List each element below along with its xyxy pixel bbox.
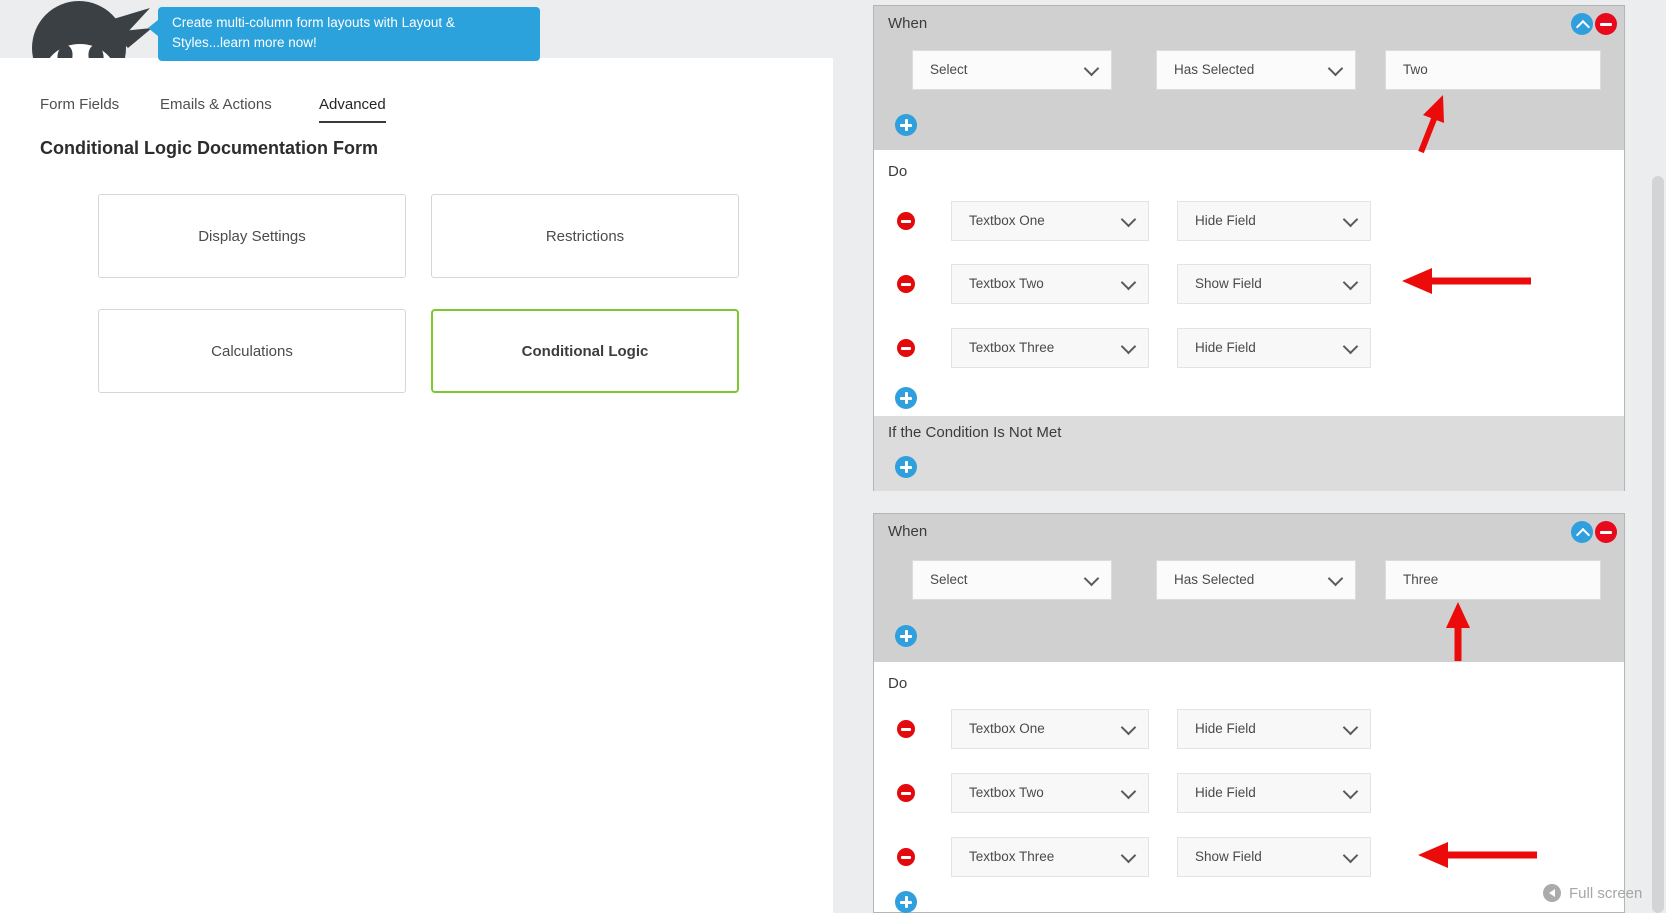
full-screen-icon bbox=[1543, 884, 1561, 902]
not-met-label: If the Condition Is Not Met bbox=[888, 424, 1061, 441]
form-builder-panel: Form Fields Emails & Actions Advanced Co… bbox=[0, 58, 833, 913]
remove-panel-button[interactable] bbox=[1595, 13, 1617, 35]
selected-value: Hide Field bbox=[1195, 340, 1256, 355]
selected-value: Show Field bbox=[1195, 849, 1262, 864]
page-title: Conditional Logic Documentation Form bbox=[40, 138, 378, 159]
add-condition-button[interactable] bbox=[895, 114, 917, 136]
selected-value: Hide Field bbox=[1195, 213, 1256, 228]
remove-action-button[interactable] bbox=[897, 784, 915, 802]
tooltip-text-line1: Create multi-column form layouts with La… bbox=[172, 13, 526, 33]
chevron-down-icon bbox=[1084, 571, 1100, 587]
selected-value: Textbox Three bbox=[969, 849, 1054, 864]
remove-action-button[interactable] bbox=[897, 212, 915, 230]
tab-emails-actions[interactable]: Emails & Actions bbox=[160, 96, 272, 113]
do-label: Do bbox=[888, 163, 907, 180]
tab-form-fields[interactable]: Form Fields bbox=[40, 96, 119, 113]
tooltip-arrow-icon bbox=[148, 20, 158, 36]
action-field-select[interactable]: Textbox Two bbox=[951, 773, 1149, 813]
card-label: Restrictions bbox=[546, 228, 624, 245]
remove-action-button[interactable] bbox=[897, 720, 915, 738]
chevron-down-icon bbox=[1343, 212, 1359, 228]
chevron-down-icon bbox=[1343, 339, 1359, 355]
selected-value: Select bbox=[930, 572, 968, 587]
card-conditional-logic[interactable]: Conditional Logic bbox=[431, 309, 739, 393]
selected-value: Has Selected bbox=[1174, 62, 1254, 77]
selected-value: Textbox One bbox=[969, 721, 1045, 736]
chevron-down-icon bbox=[1121, 784, 1137, 800]
remove-action-button[interactable] bbox=[897, 848, 915, 866]
ninja-forms-builder: Create multi-column form layouts with La… bbox=[0, 0, 1666, 913]
selected-value: Textbox Three bbox=[969, 340, 1054, 355]
add-condition-button[interactable] bbox=[895, 625, 917, 647]
selected-value: Has Selected bbox=[1174, 572, 1254, 587]
action-type-select[interactable]: Hide Field bbox=[1177, 773, 1371, 813]
selected-value: Textbox Two bbox=[969, 785, 1044, 800]
when-label: When bbox=[888, 15, 927, 32]
card-label: Display Settings bbox=[198, 228, 306, 245]
selected-value: Hide Field bbox=[1195, 721, 1256, 736]
condition-operator-select[interactable]: Has Selected bbox=[1156, 560, 1356, 600]
condition-field-select[interactable]: Select bbox=[912, 50, 1112, 90]
card-label: Calculations bbox=[211, 343, 293, 360]
condition-operator-select[interactable]: Has Selected bbox=[1156, 50, 1356, 90]
full-screen-label: Full screen bbox=[1569, 885, 1642, 902]
selected-value: Three bbox=[1403, 572, 1438, 587]
condition-field-select[interactable]: Select bbox=[912, 560, 1112, 600]
action-type-select[interactable]: Hide Field bbox=[1177, 201, 1371, 241]
chevron-down-icon bbox=[1343, 275, 1359, 291]
action-field-select[interactable]: Textbox Three bbox=[951, 837, 1149, 877]
do-label: Do bbox=[888, 675, 907, 692]
remove-action-button[interactable] bbox=[897, 339, 915, 357]
remove-action-button[interactable] bbox=[897, 275, 915, 293]
action-type-select[interactable]: Show Field bbox=[1177, 264, 1371, 304]
add-action-button[interactable] bbox=[895, 387, 917, 409]
action-field-select[interactable]: Textbox Two bbox=[951, 264, 1149, 304]
chevron-down-icon bbox=[1343, 848, 1359, 864]
promo-tooltip[interactable]: Create multi-column form layouts with La… bbox=[158, 7, 540, 61]
chevron-down-icon bbox=[1121, 275, 1137, 291]
chevron-down-icon bbox=[1343, 784, 1359, 800]
action-type-select[interactable]: Show Field bbox=[1177, 837, 1371, 877]
chevron-down-icon bbox=[1121, 720, 1137, 736]
action-type-select[interactable]: Hide Field bbox=[1177, 328, 1371, 368]
selected-value: Show Field bbox=[1195, 276, 1262, 291]
selected-value: Textbox One bbox=[969, 213, 1045, 228]
selected-value: Select bbox=[930, 62, 968, 77]
when-label: When bbox=[888, 523, 927, 540]
condition-panel-2: When Select Has Selected Three Do Textbo… bbox=[873, 513, 1625, 913]
chevron-down-icon bbox=[1084, 61, 1100, 77]
tooltip-text-line2: Styles...learn more now! bbox=[172, 33, 526, 53]
card-display-settings[interactable]: Display Settings bbox=[98, 194, 406, 278]
vertical-scrollbar-thumb[interactable] bbox=[1652, 176, 1664, 913]
chevron-down-icon bbox=[1121, 339, 1137, 355]
chevron-down-icon bbox=[1328, 61, 1344, 77]
chevron-down-icon bbox=[1328, 571, 1344, 587]
collapse-panel-button[interactable] bbox=[1571, 13, 1593, 35]
action-field-select[interactable]: Textbox One bbox=[951, 709, 1149, 749]
collapse-panel-button[interactable] bbox=[1571, 521, 1593, 543]
selected-value: Textbox Two bbox=[969, 276, 1044, 291]
chevron-down-icon bbox=[1343, 720, 1359, 736]
tab-advanced[interactable]: Advanced bbox=[319, 96, 386, 123]
remove-panel-button[interactable] bbox=[1595, 521, 1617, 543]
card-label: Conditional Logic bbox=[522, 343, 649, 360]
card-restrictions[interactable]: Restrictions bbox=[431, 194, 739, 278]
full-screen-button[interactable]: Full screen bbox=[1543, 884, 1642, 902]
condition-value-select[interactable]: Three bbox=[1385, 560, 1601, 600]
action-field-select[interactable]: Textbox One bbox=[951, 201, 1149, 241]
selected-value: Two bbox=[1403, 62, 1428, 77]
add-not-met-action-button[interactable] bbox=[895, 456, 917, 478]
selected-value: Hide Field bbox=[1195, 785, 1256, 800]
chevron-down-icon bbox=[1121, 212, 1137, 228]
add-action-button[interactable] bbox=[895, 891, 917, 913]
action-field-select[interactable]: Textbox Three bbox=[951, 328, 1149, 368]
condition-panel-1: When Select Has Selected Two Do Textbox … bbox=[873, 5, 1625, 491]
action-type-select[interactable]: Hide Field bbox=[1177, 709, 1371, 749]
card-calculations[interactable]: Calculations bbox=[98, 309, 406, 393]
condition-value-select[interactable]: Two bbox=[1385, 50, 1601, 90]
chevron-down-icon bbox=[1121, 848, 1137, 864]
